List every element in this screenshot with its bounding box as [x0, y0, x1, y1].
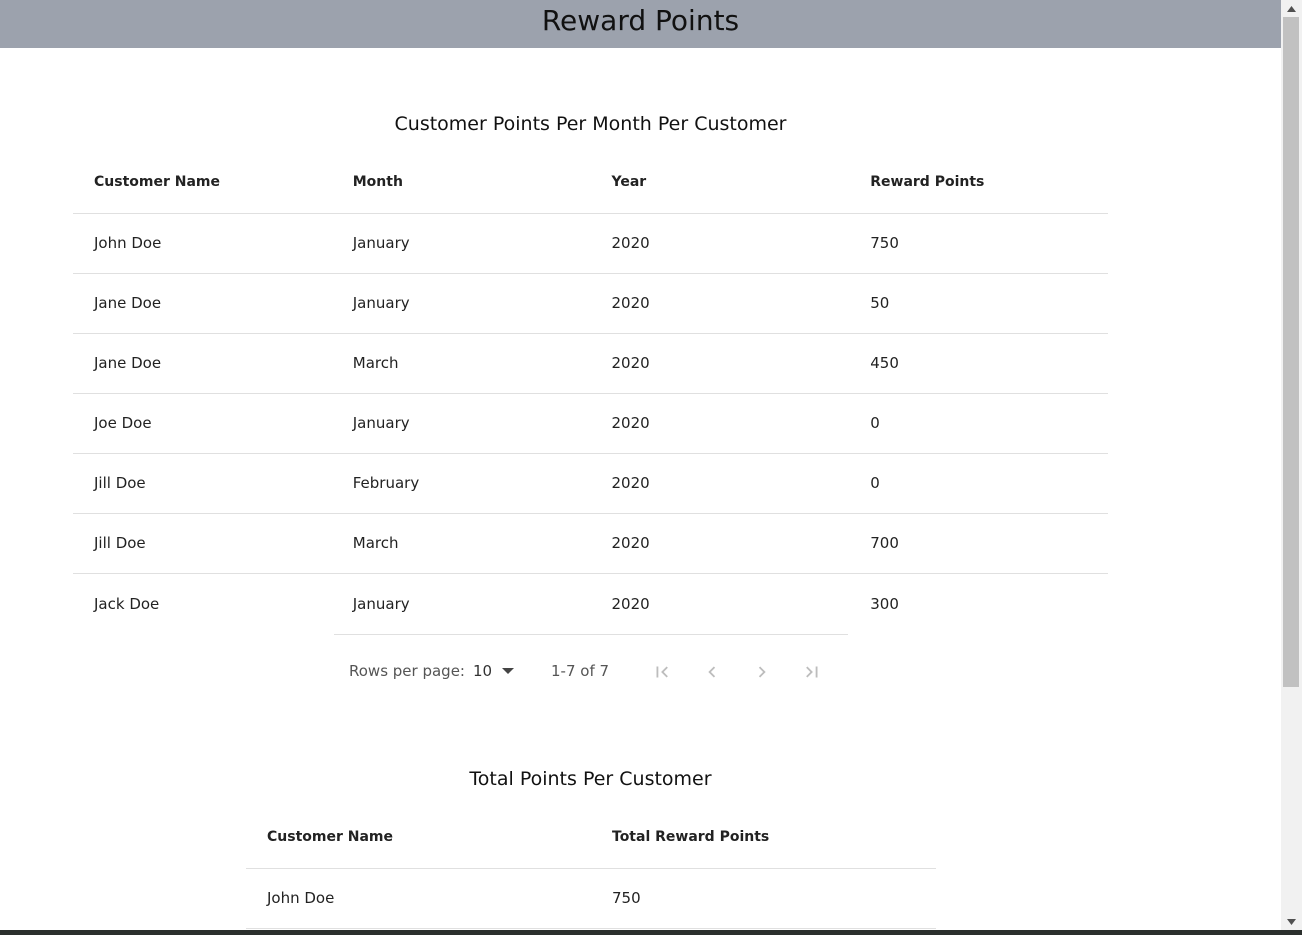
- column-header-year[interactable]: Year: [590, 151, 850, 214]
- rows-per-page-label: Rows per page:: [349, 662, 465, 680]
- chevron-right-icon: [758, 666, 766, 678]
- caret-down-icon: [502, 668, 515, 674]
- table-row: John Doe January 2020 750: [73, 213, 1108, 274]
- cell-customer-name: Jill Doe: [73, 453, 332, 514]
- column-header-customer-name[interactable]: Customer Name: [73, 151, 332, 214]
- cell-month: January: [331, 393, 591, 454]
- table-row: Jane Doe January 2020 50: [73, 273, 1108, 334]
- table-row: John Doe 750: [246, 868, 936, 929]
- cell-reward-points: 50: [849, 273, 1108, 334]
- cell-year: 2020: [590, 213, 850, 274]
- cell-year: 2020: [590, 513, 850, 574]
- scroll-down-arrow-icon[interactable]: [1281, 913, 1302, 930]
- cell-reward-points: 300: [870, 594, 899, 613]
- cell-year: 2020: [590, 333, 850, 394]
- cell-reward-points: 750: [849, 213, 1108, 274]
- cell-reward-points: 0: [849, 393, 1108, 454]
- scrollbar-thumb[interactable]: [1283, 17, 1299, 687]
- table-row: Jack Doe January 2020 300: [73, 573, 1108, 634]
- monthly-points-title: Customer Points Per Month Per Customer: [394, 113, 787, 135]
- last-page-icon: [806, 666, 818, 678]
- last-page-button[interactable]: [797, 657, 827, 687]
- table-header-row: Customer Name Month Year Reward Points: [73, 151, 1108, 214]
- next-page-button[interactable]: [747, 657, 777, 687]
- column-header-month[interactable]: Month: [331, 151, 591, 214]
- table-row: Jill Doe March 2020 700: [73, 513, 1108, 574]
- vertical-scrollbar[interactable]: [1281, 0, 1302, 930]
- table-row: Jane Doe March 2020 450: [73, 333, 1108, 394]
- cell-customer-name: Joe Doe: [73, 393, 332, 454]
- table-row: Jill Doe February 2020 0: [73, 453, 1108, 514]
- cell-year: 2020: [611, 594, 650, 613]
- cell-customer-name: Jill Doe: [73, 513, 332, 574]
- scroll-up-arrow-icon[interactable]: [1281, 0, 1302, 17]
- table-pagination: Rows per page: 10 1-7 of 7: [334, 634, 848, 707]
- pagination-range: 1-7 of 7: [551, 662, 610, 680]
- table-header-row: Customer Name Total Reward Points: [246, 806, 936, 869]
- page: Reward Points Customer Points Per Month …: [0, 0, 1281, 930]
- app-header: Reward Points: [0, 0, 1281, 48]
- cell-total-reward-points: 750: [591, 868, 936, 929]
- window-bottom-edge: [0, 930, 1302, 935]
- cell-customer-name: John Doe: [246, 868, 591, 929]
- rows-per-page-value: 10: [473, 662, 493, 680]
- cell-month: January: [331, 273, 591, 334]
- table-row: Joe Doe January 2020 0: [73, 393, 1108, 454]
- previous-page-button[interactable]: [697, 657, 727, 687]
- first-page-icon: [656, 666, 668, 678]
- cell-month: January: [352, 594, 410, 613]
- cell-reward-points: 700: [849, 513, 1108, 574]
- chevron-left-icon: [708, 666, 716, 678]
- cell-month: March: [331, 513, 591, 574]
- column-header-total-reward-points[interactable]: Total Reward Points: [591, 806, 936, 869]
- cell-customer-name: Jane Doe: [73, 273, 332, 334]
- cell-customer-name: Jane Doe: [73, 333, 332, 394]
- column-header-reward-points[interactable]: Reward Points: [849, 151, 1108, 214]
- cell-month: January: [331, 213, 591, 274]
- column-header-customer-name[interactable]: Customer Name: [246, 806, 591, 869]
- cell-year: 2020: [590, 453, 850, 514]
- monthly-points-table: Customer Name Month Year Reward Points J…: [73, 151, 1108, 634]
- cell-year: 2020: [590, 393, 850, 454]
- cell-reward-points: 450: [849, 333, 1108, 394]
- cell-month: March: [331, 333, 591, 394]
- first-page-button[interactable]: [647, 657, 677, 687]
- page-title: Reward Points: [541, 4, 740, 37]
- rows-per-page-select[interactable]: 10: [473, 662, 515, 680]
- total-points-table: Customer Name Total Reward Points John D…: [246, 806, 936, 929]
- cell-customer-name: Jack Doe: [94, 594, 160, 613]
- cell-month: February: [331, 453, 591, 514]
- cell-customer-name: John Doe: [73, 213, 332, 274]
- cell-year: 2020: [590, 273, 850, 334]
- total-points-title: Total Points Per Customer: [469, 768, 712, 790]
- cell-reward-points: 0: [849, 453, 1108, 514]
